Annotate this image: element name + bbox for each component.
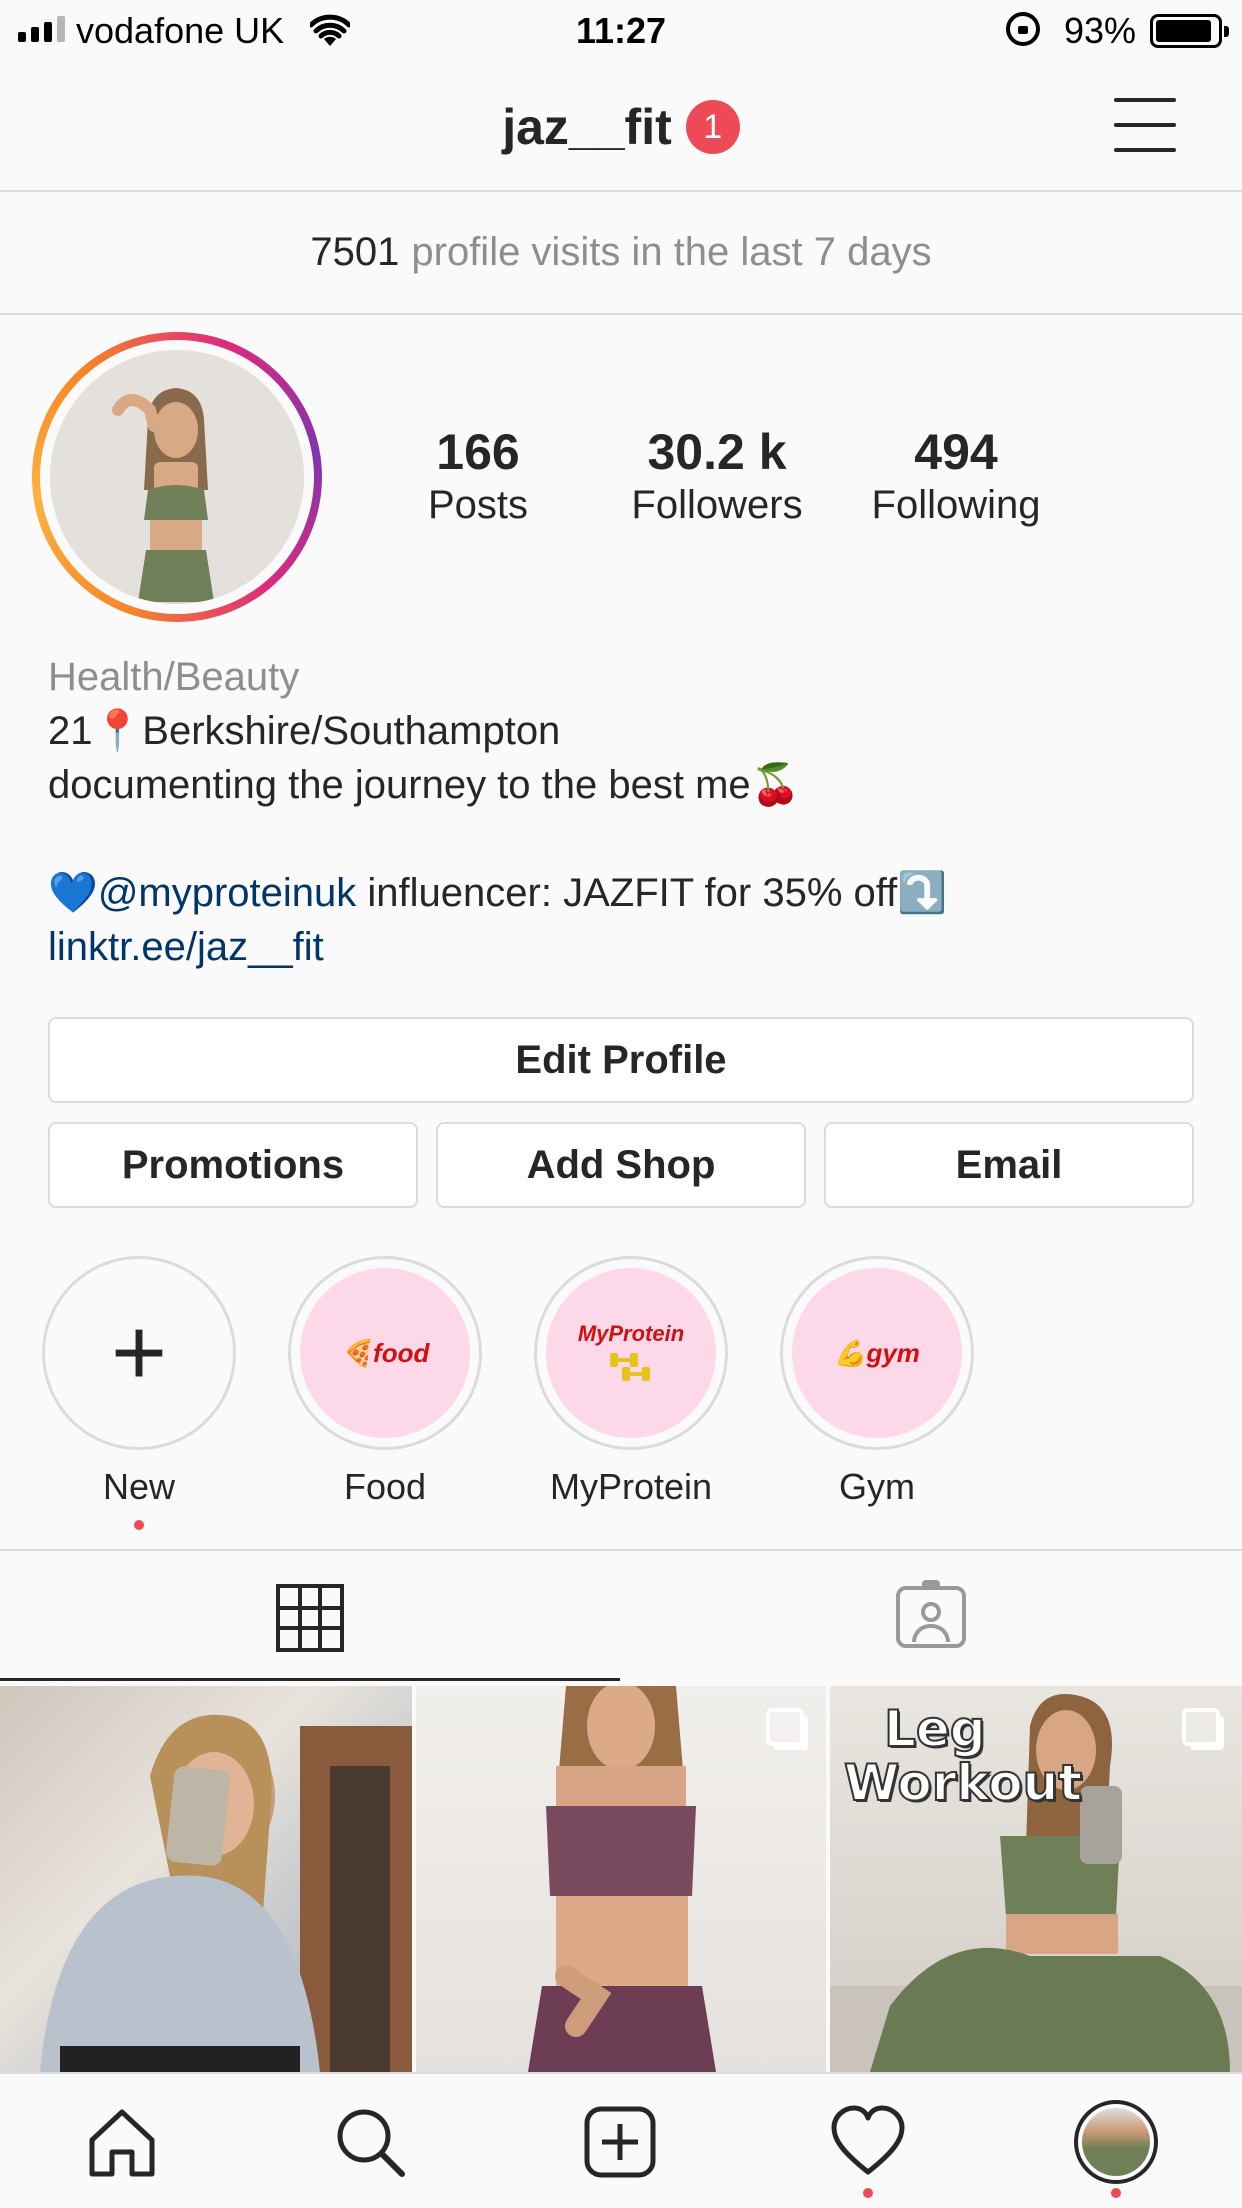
followers-count: 30.2 k: [647, 424, 787, 480]
bottom-navigation: [0, 2072, 1242, 2208]
highlight-gym[interactable]: 💪gym Gym: [780, 1256, 974, 1508]
tabs-divider: [0, 1549, 1242, 1551]
notification-badge[interactable]: 1: [685, 100, 740, 154]
active-tab-indicator: [0, 1678, 620, 1681]
grid-icon[interactable]: [276, 1584, 344, 1652]
bio-line-description: documenting the journey to the best me🍒: [48, 763, 801, 807]
new-indicator-dot: [134, 1520, 144, 1530]
profile-avatar-icon[interactable]: [1074, 2100, 1158, 2184]
highlight-label: Gym: [839, 1466, 915, 1507]
posts-count: 166: [436, 424, 520, 480]
post-thumbnail[interactable]: [416, 1686, 826, 2072]
profile-indicator-dot: [1111, 2188, 1121, 2198]
profile-category: Health/Beauty: [48, 655, 300, 699]
multiple-photos-icon: [1182, 1708, 1220, 1746]
posts-stat: 166 Posts: [400, 424, 556, 530]
rotation-lock-icon: [1006, 12, 1040, 46]
highlight-new[interactable]: + New: [42, 1256, 236, 1530]
activity-indicator-dot: [863, 2188, 873, 2198]
post-thumbnail[interactable]: Leg Workout: [830, 1686, 1242, 2072]
status-bar: vodafone UK 11:27 93%: [0, 0, 1242, 62]
post-thumbnail[interactable]: [0, 1686, 412, 2072]
followers-stat[interactable]: 30.2 k Followers: [612, 424, 822, 530]
overlay-line-2: Workout: [843, 1754, 1083, 1812]
profile-visits-banner[interactable]: 7501 profile visits in the last 7 days: [0, 192, 1242, 315]
profile-bio: Health/Beauty 21📍Berkshire/Southampton d…: [48, 650, 1198, 974]
highlight-food[interactable]: 🍕food Food: [288, 1256, 482, 1508]
post-image: [40, 1714, 412, 2072]
post-overlay-text: Leg Workout: [843, 1700, 1083, 1812]
add-shop-button[interactable]: Add Shop: [436, 1122, 806, 1208]
email-button[interactable]: Email: [824, 1122, 1194, 1208]
tagged-icon[interactable]: [896, 1580, 966, 1648]
dumbbell-icon: [610, 1353, 650, 1381]
bio-line-location: 21📍Berkshire/Southampton: [48, 709, 561, 753]
bio-line-promo: 💙@myproteinuk influencer: JAZFIT for 35%…: [48, 866, 1198, 920]
profile-header: jaz__fit 1: [0, 62, 1242, 192]
highlight-cover-food: 🍕food: [340, 1337, 430, 1368]
highlight-label: MyProtein: [549, 1466, 713, 1507]
bio-mention-link[interactable]: @myproteinuk: [98, 871, 356, 915]
heart-icon[interactable]: [830, 2104, 906, 2180]
post-image: [528, 1686, 716, 2072]
following-stat[interactable]: 494 Following: [856, 424, 1056, 530]
promotions-button[interactable]: Promotions: [48, 1122, 418, 1208]
avatar-photo: [50, 350, 304, 604]
overlay-line-1: Leg: [883, 1700, 987, 1758]
profile-visits-text: profile visits in the last 7 days: [411, 230, 932, 274]
profile-visits-count: 7501: [310, 230, 400, 274]
plus-icon: +: [110, 1299, 168, 1406]
home-icon[interactable]: [84, 2104, 160, 2180]
following-label: Following: [871, 483, 1041, 527]
following-count: 494: [914, 424, 998, 480]
hamburger-menu-icon[interactable]: [1114, 98, 1176, 152]
posts-label: Posts: [427, 483, 529, 527]
username[interactable]: jaz__fit: [502, 98, 672, 156]
battery-level-fill: [1156, 20, 1212, 42]
bio-heart-emoji: 💙: [48, 871, 98, 915]
bio-promo-text: influencer: JAZFIT for 35% off⤵️: [356, 871, 948, 915]
highlight-label: New: [102, 1466, 176, 1507]
bio-website-link[interactable]: linktr.ee/jaz__fit: [48, 920, 1198, 974]
clock: 11:27: [575, 10, 667, 51]
battery-percentage: 93%: [1064, 10, 1137, 51]
username-row[interactable]: jaz__fit 1: [0, 98, 1242, 156]
edit-profile-button[interactable]: Edit Profile: [48, 1017, 1194, 1103]
battery-icon: [1150, 14, 1229, 48]
add-post-icon[interactable]: [582, 2104, 658, 2180]
highlight-cover-gym: 💪gym: [834, 1337, 920, 1368]
highlight-label: Food: [343, 1466, 427, 1507]
multiple-photos-icon: [766, 1708, 804, 1746]
search-icon[interactable]: [332, 2104, 408, 2180]
highlight-cover-myprotein: MyProtein: [577, 1321, 685, 1346]
followers-label: Followers: [631, 483, 803, 527]
profile-avatar[interactable]: [32, 332, 322, 622]
highlight-myprotein[interactable]: MyProtein MyProtein: [534, 1256, 728, 1508]
